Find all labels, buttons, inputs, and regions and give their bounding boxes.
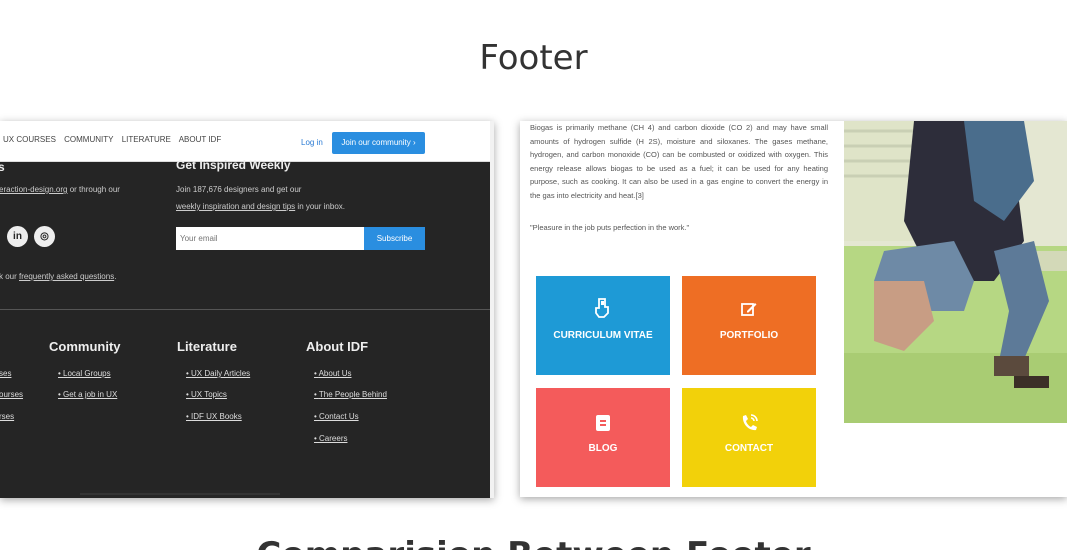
top-nav-bar: UX COURSES COMMUNITY LITERATURE ABOUT ID… bbox=[0, 121, 494, 162]
person-photo bbox=[844, 121, 1067, 423]
quote-text: "Pleasure in the job puts perfection in … bbox=[530, 223, 690, 232]
login-link[interactable]: Log in bbox=[301, 138, 323, 147]
biogas-paragraph: Biogas is primarily methane (CH 4) and c… bbox=[530, 123, 828, 200]
email-input[interactable] bbox=[176, 227, 364, 250]
copyright-line bbox=[80, 493, 280, 495]
community-heading: Community bbox=[49, 339, 121, 354]
ux-daily-articles-link[interactable]: • UX Daily Articles bbox=[186, 369, 250, 378]
ux-topics-link[interactable]: • UX Topics bbox=[186, 390, 227, 399]
contact-line: eraction-design.org or through our bbox=[0, 185, 120, 194]
tips-line: weekly inspiration and design tips in yo… bbox=[176, 202, 345, 211]
nav-community[interactable]: COMMUNITY bbox=[64, 135, 113, 144]
inspired-heading: Get Inspired Weekly bbox=[176, 158, 291, 172]
local-groups-link[interactable]: • Local Groups bbox=[58, 369, 111, 378]
blog-tile[interactable]: BLOG bbox=[536, 388, 670, 487]
tile-label: CURRICULUM VITAE bbox=[553, 330, 653, 341]
courses-link-3[interactable]: rses bbox=[0, 412, 14, 421]
portfolio-tile[interactable]: PORTFOLIO bbox=[682, 276, 816, 375]
edit-icon bbox=[741, 303, 757, 316]
subscribe-button[interactable]: Subscribe bbox=[364, 227, 425, 250]
section-title: Footer bbox=[479, 38, 588, 78]
footer-screenshot-dark: UX COURSES COMMUNITY LITERATURE ABOUT ID… bbox=[0, 121, 494, 498]
person-photo-illustration bbox=[844, 121, 1067, 423]
people-behind-link[interactable]: • The People Behind bbox=[314, 390, 387, 399]
careers-link[interactable]: • Careers bbox=[314, 434, 347, 443]
about-us-link[interactable]: • About Us bbox=[314, 369, 352, 378]
divider bbox=[0, 309, 490, 310]
instagram-icon[interactable]: ◎ bbox=[34, 226, 55, 247]
get-a-job-link[interactable]: • Get a job in UX bbox=[58, 390, 117, 399]
tile-label: CONTACT bbox=[724, 443, 774, 454]
join-text: Join 187,676 designers and get our bbox=[176, 185, 302, 194]
site-link[interactable]: eraction-design.org bbox=[0, 185, 67, 194]
idf-ux-books-link[interactable]: • IDF UX Books bbox=[186, 412, 242, 421]
nav-about-idf[interactable]: ABOUT IDF bbox=[179, 135, 222, 144]
about-heading: About IDF bbox=[306, 339, 369, 354]
contact-us-link[interactable]: • Contact Us bbox=[314, 412, 359, 421]
phone-icon bbox=[742, 414, 758, 431]
linkedin-icon[interactable]: in bbox=[7, 226, 28, 247]
curriculum-vitae-tile[interactable]: CURRICULUM VITAE bbox=[536, 276, 670, 375]
literature-heading: Literature bbox=[177, 339, 237, 354]
tile-label: BLOG bbox=[588, 443, 618, 454]
faq-line: k our frequently asked questions. bbox=[0, 272, 117, 281]
nav-ux-courses[interactable]: UX COURSES bbox=[3, 135, 56, 144]
blog-icon bbox=[596, 415, 610, 431]
main-nav: UX COURSES COMMUNITY LITERATURE ABOUT ID… bbox=[3, 135, 227, 144]
courses-link-2[interactable]: ourses bbox=[0, 390, 23, 399]
tips-link[interactable]: weekly inspiration and design tips bbox=[176, 202, 295, 211]
nav-literature[interactable]: LITERATURE bbox=[122, 135, 171, 144]
join-community-button[interactable]: Join our community › bbox=[332, 132, 425, 154]
scrollbar[interactable] bbox=[490, 121, 494, 498]
bottom-title: Comparision Between Footer bbox=[0, 535, 1067, 550]
faq-link[interactable]: frequently asked questions bbox=[19, 272, 114, 281]
footer-screenshot-light: Biogas is primarily methane (CH 4) and c… bbox=[520, 121, 1067, 497]
courses-link-1[interactable]: ses bbox=[0, 369, 11, 378]
hand-pointer-icon bbox=[595, 298, 609, 318]
contact-tile[interactable]: CONTACT bbox=[682, 388, 816, 487]
tile-label: PORTFOLIO bbox=[719, 330, 779, 341]
page: Footer UX COURSES COMMUNITY LITERATURE A… bbox=[0, 0, 1067, 550]
contact-heading: s bbox=[0, 160, 5, 174]
